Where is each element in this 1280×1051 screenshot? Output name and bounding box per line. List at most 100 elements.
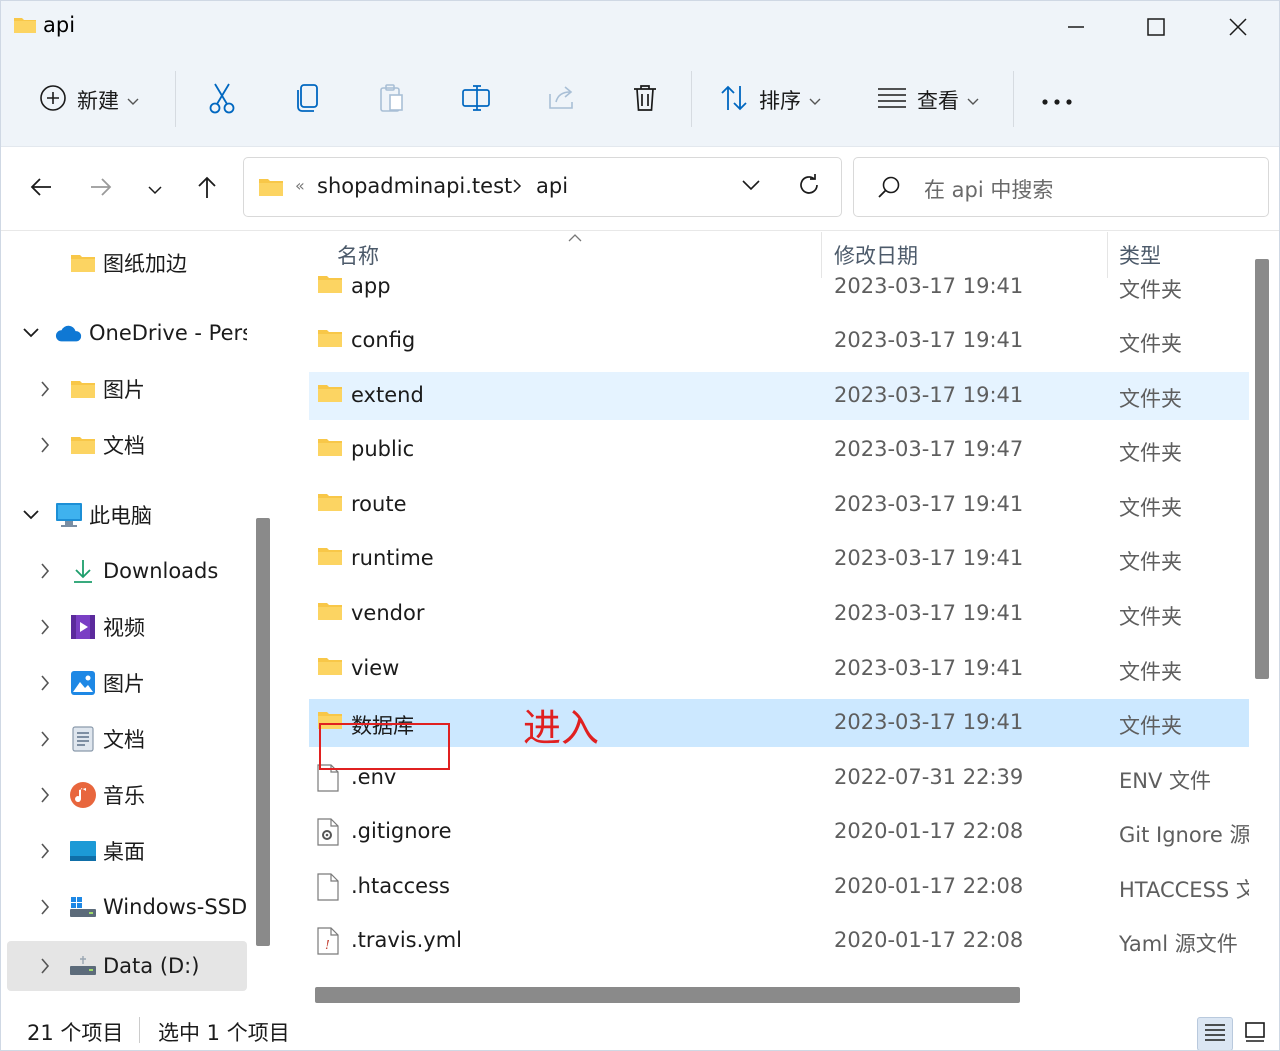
delete-button[interactable] (631, 53, 659, 147)
sidebar-item-videos[interactable]: 视频 (7, 602, 247, 652)
address-bar[interactable]: « shopadminapi.test api (243, 157, 842, 217)
forward-button[interactable] (81, 169, 121, 209)
chevron-right-icon[interactable] (35, 673, 55, 693)
file-row[interactable]: view 2023-03-17 19:41 文件夹 (309, 645, 1249, 693)
sidebar-item-documents[interactable]: 文档 (7, 714, 247, 764)
rename-button[interactable] (461, 53, 493, 147)
sidebar-item-documents-onedrive[interactable]: 文档 (7, 420, 247, 470)
share-button[interactable] (547, 53, 577, 147)
new-button[interactable]: 新建 (39, 53, 139, 147)
file-row[interactable]: route 2023-03-17 19:41 文件夹 (309, 481, 1249, 529)
file-row[interactable]: ! .travis.yml 2020-01-17 22:08 Yaml 源文件 (309, 917, 1249, 965)
back-button[interactable] (21, 169, 61, 209)
onedrive-icon (55, 319, 83, 347)
folder-icon (13, 15, 37, 39)
file-row[interactable]: .htaccess 2020-01-17 22:08 HTACCESS 文 (309, 863, 1249, 911)
chevron-right-icon[interactable] (35, 617, 55, 637)
music-icon (69, 781, 97, 809)
file-row[interactable]: public 2023-03-17 19:47 文件夹 (309, 426, 1249, 474)
view-button[interactable]: 查看 (877, 53, 979, 147)
overflow-chevron[interactable]: « (295, 176, 305, 195)
folder-icon (317, 600, 343, 627)
minimize-button[interactable] (1035, 1, 1117, 53)
file-type: Git Ignore 源 (1119, 823, 1249, 847)
file-row[interactable]: app 2023-03-17 19:41 文件夹 (309, 263, 1249, 311)
file-row[interactable]: config 2023-03-17 19:41 文件夹 (309, 317, 1249, 365)
file-type: 文件夹 (1119, 441, 1182, 465)
file-list-horizontal-scrollbar[interactable] (315, 987, 1020, 1003)
chevron-right-icon[interactable] (512, 178, 522, 197)
command-bar: 新建 排序 查看 (1, 53, 1279, 147)
file-type: 文件夹 (1119, 550, 1182, 574)
sort-button[interactable]: 排序 (719, 53, 821, 147)
paste-button[interactable] (379, 53, 405, 147)
sidebar-item-music[interactable]: 音乐 (7, 770, 247, 820)
file-row[interactable]: extend 2023-03-17 19:41 文件夹 (309, 372, 1249, 420)
rename-icon (461, 84, 493, 116)
file-name: view (351, 656, 400, 680)
recent-locations-button[interactable] (135, 169, 175, 209)
address-history-button[interactable] (740, 174, 762, 200)
file-type: 文件夹 (1119, 714, 1182, 738)
file-list-vertical-scrollbar[interactable] (1255, 259, 1269, 679)
sidebar-item-desktop[interactable]: 桌面 (7, 826, 247, 876)
sidebar-item-downloads[interactable]: Downloads (7, 546, 247, 596)
file-row[interactable]: .env 2022-07-31 22:39 ENV 文件 (309, 754, 1249, 802)
sidebar-scrollbar[interactable] (256, 518, 270, 946)
search-input[interactable]: 在 api 中搜索 (853, 157, 1269, 217)
sidebar-item-label: 桌面 (103, 840, 145, 864)
folder-icon (317, 545, 343, 572)
new-label: 新建 (77, 89, 119, 113)
file-row[interactable]: runtime 2023-03-17 19:41 文件夹 (309, 535, 1249, 583)
file-row[interactable]: .gitignore 2020-01-17 22:08 Git Ignore 源 (309, 808, 1249, 856)
file-modified-date: 2020-01-17 22:08 (834, 874, 1024, 898)
file-type: 文件夹 (1119, 332, 1182, 356)
chevron-right-icon[interactable] (35, 785, 55, 805)
large-icons-view-button[interactable] (1237, 1017, 1273, 1050)
chevron-right-icon[interactable] (35, 897, 55, 917)
file-modified-date: 2020-01-17 22:08 (834, 928, 1024, 952)
close-button[interactable] (1197, 1, 1279, 53)
file-modified-date: 2023-03-17 19:41 (834, 601, 1024, 625)
file-modified-date: 2022-07-31 22:39 (834, 765, 1024, 789)
chevron-down-icon[interactable] (21, 505, 41, 525)
sidebar-item-label: OneDrive - Pers (89, 321, 247, 345)
details-view-button[interactable] (1197, 1017, 1233, 1050)
chevron-right-icon[interactable] (35, 435, 55, 455)
folder-icon (317, 436, 343, 463)
sidebar-item-windows-ssd[interactable]: Windows-SSD (7, 882, 247, 932)
chevron-right-icon[interactable] (35, 379, 55, 399)
up-button[interactable] (187, 169, 227, 209)
trash-icon (631, 83, 659, 117)
toolbar-divider (691, 71, 692, 127)
sidebar-item-pictures[interactable]: 图片 (7, 658, 247, 708)
chevron-down-icon[interactable] (21, 323, 41, 343)
refresh-icon[interactable] (796, 172, 822, 202)
file-row[interactable]: vendor 2023-03-17 19:41 文件夹 (309, 590, 1249, 638)
file-modified-date: 2023-03-17 19:41 (834, 656, 1024, 680)
sidebar-item-onedrive[interactable]: OneDrive - Pers (7, 308, 247, 358)
more-options-button[interactable] (1041, 53, 1073, 147)
chevron-right-icon[interactable] (35, 956, 55, 976)
breadcrumb-shopadminapi[interactable]: shopadminapi.test (317, 174, 512, 198)
file-name: app (351, 274, 391, 298)
cut-button[interactable] (207, 53, 237, 147)
chevron-right-icon[interactable] (35, 561, 55, 581)
breadcrumb-api[interactable]: api (536, 174, 568, 198)
sidebar-item-tuzhijiabian[interactable]: 图纸加边 (7, 238, 247, 288)
copy-button[interactable] (295, 53, 321, 147)
folder-icon (317, 327, 343, 354)
chevron-down-icon (809, 91, 821, 110)
maximize-button[interactable] (1115, 1, 1197, 53)
file-modified-date: 2023-03-17 19:41 (834, 328, 1024, 352)
computer-icon (55, 501, 83, 529)
sidebar-item-pictures-onedrive[interactable]: 图片 (7, 364, 247, 414)
chevron-right-icon[interactable] (35, 729, 55, 749)
sidebar-item-label: 音乐 (103, 784, 145, 808)
gear-file-icon (317, 818, 339, 851)
file-row[interactable]: 数据库 2023-03-17 19:41 文件夹 (309, 699, 1249, 747)
file-name: vendor (351, 601, 425, 625)
sidebar-item-data-d[interactable]: Data (D:) (7, 941, 247, 991)
sidebar-item-this-pc[interactable]: 此电脑 (7, 490, 247, 540)
chevron-right-icon[interactable] (35, 841, 55, 861)
